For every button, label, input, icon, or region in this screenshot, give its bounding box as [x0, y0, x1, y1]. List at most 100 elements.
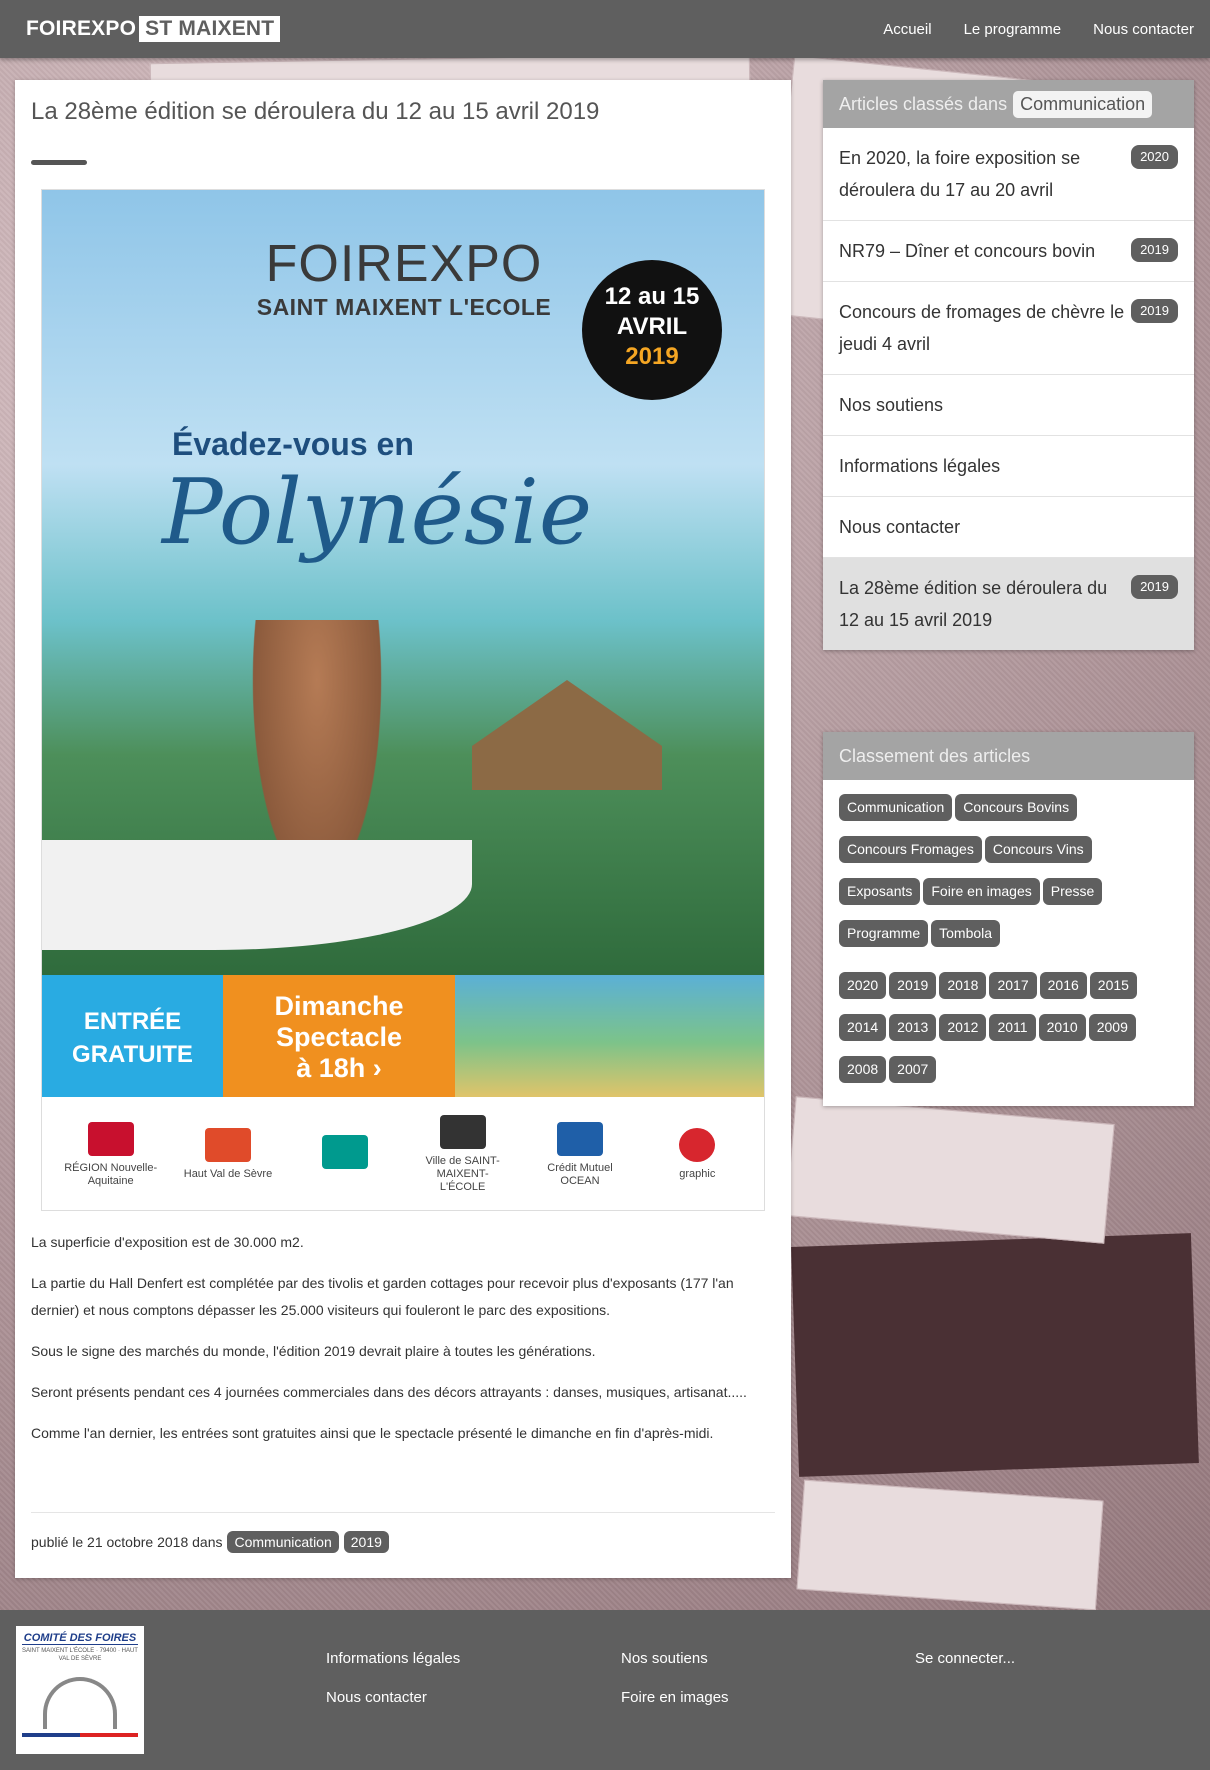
hvs-logo-icon — [204, 1128, 251, 1162]
partner-logo: Haut Val de Sèvre — [180, 1128, 275, 1181]
partner-logo — [298, 1134, 393, 1175]
year-chip[interactable]: 2017 — [989, 972, 1037, 999]
category-chip[interactable]: Tombola — [931, 920, 1001, 947]
background-poster — [785, 1096, 1115, 1244]
footer-link-legal[interactable]: Informations légales — [326, 1650, 460, 1667]
top-navbar: FOIREXPO ST MAIXENT Accueil Le programme… — [0, 0, 1210, 58]
article-link[interactable]: Nous contacter — [823, 497, 1194, 558]
article-meta: publié le 21 octobre 2018 dans Communica… — [31, 1512, 775, 1553]
article-link[interactable]: Nos soutiens — [823, 375, 1194, 436]
year-chip[interactable]: 2009 — [1088, 1014, 1136, 1041]
category-chips: Communication Concours Bovins Concours Fr… — [823, 780, 1194, 1106]
year-chip[interactable]: 2020 — [839, 972, 887, 999]
site-footer: COMITÉ DES FOIRES SAINT MAIXENT L'ÉCOLE … — [0, 1610, 1210, 1770]
credit-agricole-logo-icon — [322, 1134, 369, 1169]
year-badge: 2019 — [1131, 299, 1178, 323]
region-logo-icon — [87, 1121, 134, 1156]
flag-stripe-icon — [22, 1733, 138, 1737]
article-link-label: Nos soutiens — [839, 395, 944, 415]
year-badge: 2019 — [1131, 238, 1178, 262]
logo-subtitle: SAINT MAIXENT L'ÉCOLE · 79400 · HAUT VAL… — [22, 1648, 138, 1662]
brand-box: ST MAIXENT — [139, 16, 281, 42]
article-paragraph: Seront présents pendant ces 4 journées c… — [31, 1384, 747, 1400]
year-chip[interactable]: 2018 — [939, 972, 987, 999]
category-chip[interactable]: Exposants — [839, 878, 921, 905]
logo-title: COMITÉ DES FOIRES — [22, 1632, 138, 1645]
year-chip[interactable]: 2011 — [989, 1014, 1036, 1041]
background-stage-photo — [791, 1233, 1199, 1477]
nav-programme[interactable]: Le programme — [964, 21, 1062, 38]
year-chip[interactable]: 2008 — [839, 1056, 887, 1083]
partner-label: graphic — [679, 1168, 716, 1180]
comite-des-foires-logo[interactable]: COMITÉ DES FOIRES SAINT MAIXENT L'ÉCOLE … — [16, 1626, 144, 1754]
credit-mutuel-logo-icon — [556, 1121, 603, 1156]
article-link[interactable]: Concours de fromages de chèvre le jeudi … — [823, 282, 1194, 375]
article-link-active[interactable]: La 28ème édition se déroulera du 12 au 1… — [823, 558, 1194, 650]
footer-link-soutiens[interactable]: Nos soutiens — [621, 1650, 729, 1667]
year-chip[interactable]: 2014 — [839, 1014, 887, 1041]
articles-panel: Articles classés dans Communication En 2… — [823, 80, 1194, 650]
poster-date-line2: AVRIL — [616, 313, 688, 340]
graphic-logo-icon — [679, 1128, 716, 1162]
partner-logo: graphic — [650, 1128, 745, 1181]
article-link[interactable]: NR79 – Dîner et concours bovin 2019 — [823, 221, 1194, 282]
tag-communication[interactable]: Communication — [227, 1531, 339, 1553]
article-link-label: Informations légales — [839, 456, 1001, 476]
article-paragraph: La superficie d'exposition est de 30.000… — [31, 1234, 304, 1250]
article-paragraph: Sous le signe des marchés du monde, l'éd… — [31, 1343, 596, 1359]
category-chip[interactable]: Foire en images — [923, 878, 1040, 905]
article-link[interactable]: En 2020, la foire exposition se dérouler… — [823, 128, 1194, 221]
dimanche-line1: Dimanche — [274, 991, 404, 1021]
article-link-label: NR79 – Dîner et concours bovin — [839, 241, 1096, 261]
footer-link-images[interactable]: Foire en images — [621, 1689, 729, 1706]
year-chip[interactable]: 2015 — [1089, 972, 1137, 999]
poster-date-badge: 12 au 15 AVRIL 2019 — [582, 260, 722, 400]
ville-logo-icon — [439, 1115, 486, 1149]
year-chip[interactable]: 2019 — [889, 972, 937, 999]
main-nav: Accueil Le programme Nous contacter — [883, 21, 1194, 38]
nav-contact[interactable]: Nous contacter — [1093, 21, 1194, 38]
year-chip[interactable]: 2010 — [1038, 1014, 1086, 1041]
partner-logo: RÉGION Nouvelle-Aquitaine — [63, 1121, 158, 1188]
poster-date-line1: 12 au 15 — [604, 283, 700, 310]
category-pill[interactable]: Communication — [1013, 90, 1153, 118]
year-chip[interactable]: 2016 — [1039, 972, 1087, 999]
category-chip[interactable]: Presse — [1042, 878, 1103, 905]
article-body: La superficie d'exposition est de 30.000… — [31, 1229, 775, 1447]
article-link-label: La 28ème édition se déroulera du 12 au 1… — [839, 578, 1108, 630]
year-chip[interactable]: 2007 — [889, 1056, 937, 1083]
footer-link-login[interactable]: Se connecter... — [915, 1650, 1015, 1667]
arch-icon — [43, 1677, 117, 1729]
entree-line2: GRATUITE — [72, 1041, 193, 1068]
year-badge: 2020 — [1131, 145, 1178, 169]
year-chip[interactable]: 2013 — [889, 1014, 937, 1041]
article-link-label: Concours de fromages de chèvre le jeudi … — [839, 302, 1125, 354]
category-chip[interactable]: Communication — [839, 794, 953, 821]
year-badge: 2019 — [1131, 575, 1178, 599]
dimanche-line3: à 18h › — [296, 1053, 382, 1083]
partner-label: Crédit Mutuel OCEAN — [547, 1161, 613, 1187]
nav-accueil[interactable]: Accueil — [883, 21, 931, 38]
event-poster[interactable]: FOIREXPO SAINT MAIXENT L'ECOLE 12 au 15 … — [41, 189, 765, 1211]
poster-polynesie: Polynésie — [162, 460, 593, 565]
article-title: La 28ème édition se déroulera du 12 au 1… — [31, 98, 600, 125]
dimanche-line2: Spectacle — [275, 1022, 403, 1052]
footer-link-contact[interactable]: Nous contacter — [326, 1689, 460, 1706]
tag-year[interactable]: 2019 — [343, 1531, 389, 1553]
year-chip[interactable]: 2012 — [939, 1014, 987, 1041]
entree-line1: ENTRÉE — [83, 1008, 182, 1035]
category-chip[interactable]: Concours Vins — [984, 836, 1092, 863]
footer-col-1: Informations légales Nous contacter — [326, 1650, 460, 1728]
published-text: publié le 21 octobre 2018 dans — [31, 1534, 223, 1550]
article-link[interactable]: Informations légales — [823, 436, 1194, 497]
poster-evade: Évadez-vous en — [172, 426, 414, 462]
article-link-label: Nous contacter — [839, 517, 961, 537]
category-chip[interactable]: Concours Fromages — [839, 836, 982, 863]
category-chip[interactable]: Programme — [839, 920, 929, 947]
article-paragraph: Comme l'an dernier, les entrées sont gra… — [31, 1425, 714, 1441]
category-chip[interactable]: Concours Bovins — [955, 794, 1078, 821]
poster-entree-gratuite: ENTRÉE GRATUITE — [42, 975, 223, 1097]
site-logo[interactable]: FOIREXPO ST MAIXENT — [26, 16, 281, 42]
articles-panel-title: Articles classés dans — [839, 93, 1008, 114]
classement-panel-header: Classement des articles — [823, 732, 1194, 780]
